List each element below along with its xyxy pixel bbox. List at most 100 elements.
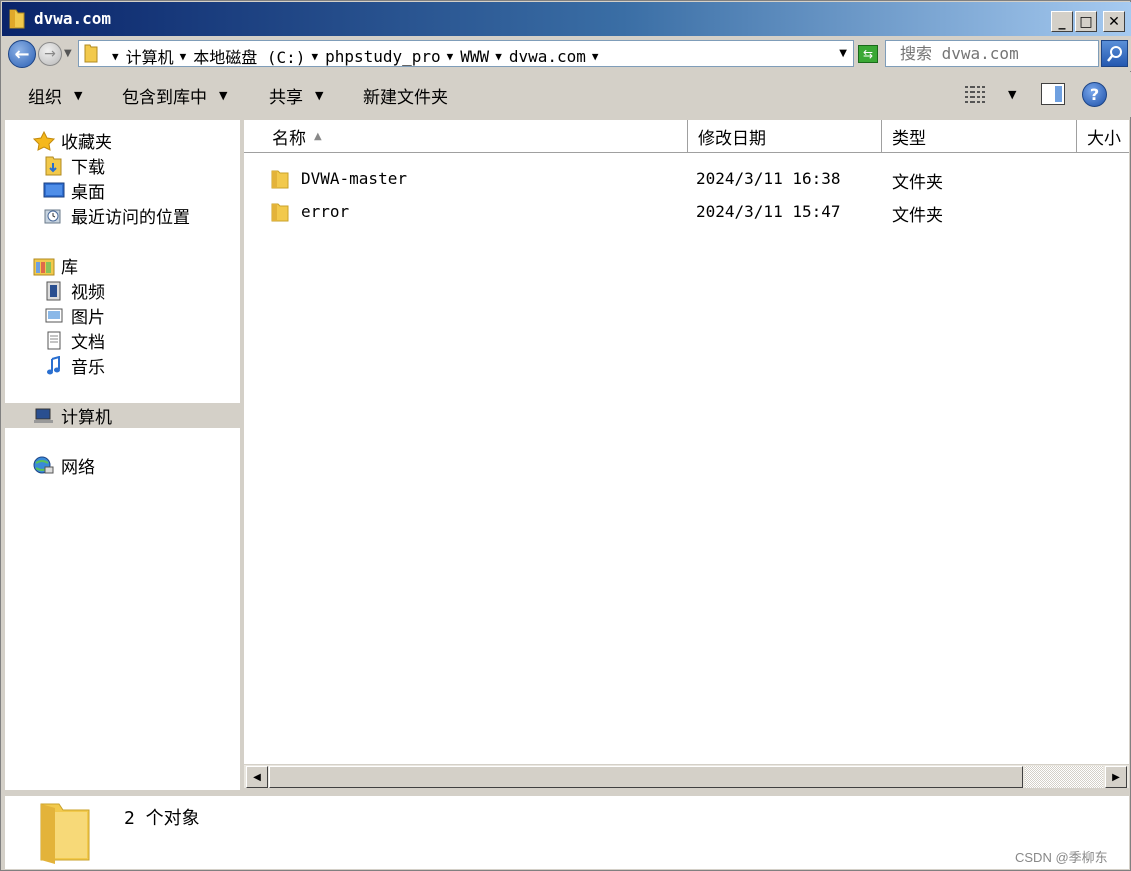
new-folder-label: 新建文件夹 bbox=[363, 88, 448, 108]
column-header-name[interactable]: 名称 ▲ bbox=[244, 120, 688, 153]
nav-favorites[interactable]: 收藏夹 bbox=[32, 128, 268, 153]
organize-button[interactable]: 组织 ▼ bbox=[28, 83, 82, 108]
folder-icon bbox=[40, 803, 90, 864]
view-options-dropdown[interactable]: ▼ bbox=[1008, 88, 1016, 101]
organize-label: 组织 bbox=[28, 88, 62, 108]
libraries-icon bbox=[33, 256, 55, 276]
nav-favorites-label: 收藏夹 bbox=[61, 133, 112, 153]
arrow-right-icon: → bbox=[44, 46, 56, 62]
scrollbar-thumb[interactable] bbox=[269, 766, 1023, 788]
nav-network-label: 网络 bbox=[61, 458, 95, 478]
forward-button[interactable]: → bbox=[38, 42, 62, 66]
chevron-down-icon[interactable]: ▼ bbox=[444, 50, 458, 63]
share-button[interactable]: 共享 ▼ bbox=[269, 83, 323, 108]
nav-documents-label: 文档 bbox=[71, 333, 105, 353]
chevron-down-icon: ▼ bbox=[219, 89, 228, 102]
computer-icon bbox=[33, 406, 55, 426]
refresh-icon: ⇆ bbox=[862, 47, 874, 61]
nav-network[interactable]: 网络 bbox=[33, 453, 268, 478]
nav-computer[interactable]: 计算机 bbox=[5, 403, 240, 428]
folder-icon bbox=[9, 9, 25, 29]
nav-libraries-label: 库 bbox=[61, 258, 78, 278]
recent-places-icon bbox=[43, 206, 65, 226]
preview-pane-icon[interactable] bbox=[1041, 83, 1065, 105]
search-icon bbox=[1106, 45, 1122, 62]
address-history-dropdown[interactable]: ▼ bbox=[839, 48, 847, 59]
file-date: 2024/3/11 15:47 bbox=[696, 202, 841, 221]
explorer-window: dvwa.com _ □ ✕ ← → ▼ ▼ 计算机 ▼ 本地磁盘 (C:) ▼… bbox=[0, 0, 1131, 871]
file-row[interactable]: error 2024/3/11 15:47 文件夹 bbox=[244, 197, 1129, 227]
help-icon[interactable]: ? bbox=[1082, 82, 1107, 107]
column-header-size[interactable]: 大小 bbox=[1077, 120, 1129, 153]
address-bar-row: ← → ▼ ▼ 计算机 ▼ 本地磁盘 (C:) ▼ phpstudy_pro ▼… bbox=[2, 36, 1131, 71]
nav-downloads-label: 下载 bbox=[71, 158, 105, 178]
videos-icon bbox=[43, 281, 65, 301]
column-name-label: 名称 bbox=[272, 129, 306, 149]
nav-pictures-label: 图片 bbox=[71, 308, 105, 328]
file-type: 文件夹 bbox=[892, 206, 943, 226]
include-library-button[interactable]: 包含到库中 ▼ bbox=[122, 83, 227, 108]
item-count: 2 个对象 bbox=[124, 808, 200, 829]
nav-desktop-label: 桌面 bbox=[71, 183, 105, 203]
horizontal-scrollbar[interactable]: ◀ ▶ bbox=[244, 764, 1129, 788]
search-button[interactable] bbox=[1101, 40, 1128, 67]
breadcrumb-phpstudy[interactable]: phpstudy_pro bbox=[322, 47, 444, 66]
scroll-left-button[interactable]: ◀ bbox=[246, 766, 268, 788]
close-button[interactable]: ✕ bbox=[1103, 11, 1125, 32]
chevron-down-icon: ▼ bbox=[74, 89, 83, 102]
title-bar[interactable]: dvwa.com _ □ ✕ bbox=[2, 2, 1131, 36]
file-list: 名称 ▲ 修改日期 类型 大小 DVWA-master 2024/3/11 16… bbox=[244, 120, 1129, 764]
back-button[interactable]: ← bbox=[8, 40, 36, 68]
refresh-button[interactable]: ⇆ bbox=[858, 45, 878, 63]
arrow-right-icon: ▶ bbox=[1112, 771, 1120, 783]
arrow-left-icon: ← bbox=[14, 43, 30, 65]
minimize-button[interactable]: _ bbox=[1051, 11, 1073, 32]
nav-music-label: 音乐 bbox=[71, 358, 105, 378]
nav-videos-label: 视频 bbox=[71, 283, 105, 303]
recent-pages-dropdown[interactable]: ▼ bbox=[64, 48, 72, 59]
column-header-type[interactable]: 类型 bbox=[882, 120, 1077, 153]
scroll-right-button[interactable]: ▶ bbox=[1105, 766, 1127, 788]
breadcrumb-dvwa[interactable]: dvwa.com bbox=[506, 47, 589, 66]
breadcrumb-local-disk[interactable]: 本地磁盘 (C:) bbox=[190, 44, 308, 68]
navigation-pane: 收藏夹 下载 桌面 最近访问的位置 库 视频 图片 文档 音乐 计算机 网络 bbox=[5, 120, 240, 790]
music-icon bbox=[43, 355, 65, 376]
file-name: error bbox=[301, 202, 350, 221]
nav-libraries[interactable]: 库 bbox=[33, 253, 268, 278]
maximize-button[interactable]: □ bbox=[1075, 11, 1097, 32]
file-row[interactable]: DVWA-master 2024/3/11 16:38 文件夹 bbox=[244, 164, 1129, 194]
chevron-down-icon[interactable]: ▼ bbox=[492, 50, 506, 63]
breadcrumb-computer[interactable]: 计算机 bbox=[123, 44, 177, 68]
view-details-icon[interactable] bbox=[964, 84, 986, 104]
file-name: DVWA-master bbox=[301, 169, 407, 188]
column-header-date[interactable]: 修改日期 bbox=[688, 120, 882, 153]
address-box[interactable]: ▼ 计算机 ▼ 本地磁盘 (C:) ▼ phpstudy_pro ▼ WWW ▼… bbox=[78, 40, 854, 67]
folder-icon bbox=[84, 44, 98, 63]
chevron-down-icon[interactable]: ▼ bbox=[109, 50, 123, 63]
watermark: CSDN @季柳东 bbox=[1015, 850, 1108, 865]
breadcrumb: ▼ 计算机 ▼ 本地磁盘 (C:) ▼ phpstudy_pro ▼ WWW ▼… bbox=[109, 44, 603, 68]
arrow-left-icon: ◀ bbox=[253, 771, 261, 783]
chevron-down-icon[interactable]: ▼ bbox=[177, 50, 191, 63]
desktop-icon bbox=[43, 181, 65, 201]
nav-recent-label: 最近访问的位置 bbox=[71, 208, 190, 228]
share-label: 共享 bbox=[269, 88, 303, 108]
details-pane: 2 个对象 CSDN @季柳东 bbox=[5, 796, 1129, 869]
file-type: 文件夹 bbox=[892, 173, 943, 193]
chevron-down-icon[interactable]: ▼ bbox=[589, 50, 603, 63]
chevron-down-icon: ▼ bbox=[315, 89, 324, 102]
search-box[interactable] bbox=[885, 40, 1099, 67]
include-library-label: 包含到库中 bbox=[122, 88, 207, 108]
pictures-icon bbox=[43, 306, 65, 326]
folder-icon bbox=[271, 170, 289, 189]
column-date-label: 修改日期 bbox=[698, 129, 766, 149]
column-size-label: 大小 bbox=[1087, 129, 1121, 149]
chevron-down-icon[interactable]: ▼ bbox=[308, 50, 322, 63]
downloads-folder-icon bbox=[43, 156, 65, 176]
breadcrumb-www[interactable]: WWW bbox=[457, 47, 492, 66]
column-headers: 名称 ▲ 修改日期 类型 大小 bbox=[244, 120, 1129, 153]
scrollbar-track[interactable] bbox=[1025, 766, 1103, 788]
network-icon bbox=[33, 456, 55, 476]
search-input[interactable] bbox=[886, 41, 1098, 66]
new-folder-button[interactable]: 新建文件夹 bbox=[363, 83, 448, 108]
